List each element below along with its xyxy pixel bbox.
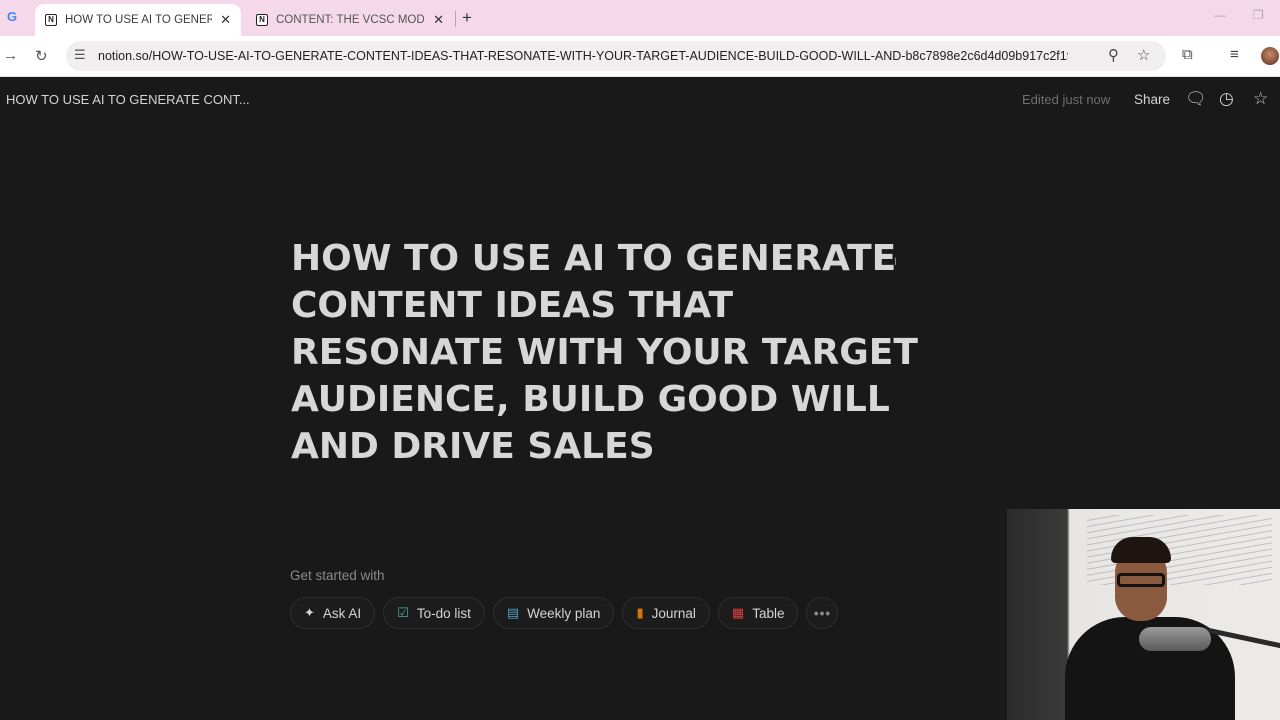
microphone	[1139, 627, 1211, 651]
notion-topbar: HOW TO USE AI TO GENERATE CONT... Edited…	[0, 78, 1280, 122]
edited-status: Edited just now	[1022, 92, 1111, 107]
more-options-icon[interactable]: •••	[806, 597, 839, 629]
sparkle-icon: ✦	[304, 605, 315, 620]
book-icon: ▮	[636, 605, 644, 620]
profile-avatar[interactable]	[1261, 47, 1279, 65]
tab-active[interactable]: N HOW TO USE AI TO GENERATE ✕	[35, 4, 241, 36]
table-button[interactable]: ▦ Table	[717, 597, 799, 629]
tab-title: HOW TO USE AI TO GENERATE	[65, 14, 213, 26]
tab-title: CONTENT: THE VCSC MODEL -	[276, 14, 425, 26]
page-title[interactable]: HOW TO USE AI TO GENERATE CONTENT IDEAS …	[291, 235, 931, 470]
quick-actions: ✦ Ask AI ☑ To-do list ▤ Weekly plan ▮ Jo…	[290, 597, 839, 629]
checkbox-icon: ☑	[397, 605, 409, 620]
restore-icon[interactable]: ❐	[1253, 8, 1264, 22]
reload-icon[interactable]: ↻	[35, 47, 48, 65]
extensions-icon[interactable]: ⧉	[1182, 46, 1193, 63]
notion-icon: N	[256, 14, 268, 26]
zoom-icon[interactable]: ⚲	[1108, 46, 1119, 64]
tab-inactive[interactable]: N CONTENT: THE VCSC MODEL - ✕	[246, 4, 454, 36]
media-control-icon[interactable]: ≡	[1230, 46, 1239, 63]
chip-label: Table	[752, 605, 785, 621]
notion-icon: N	[45, 14, 57, 26]
presenter-hair	[1111, 537, 1171, 563]
get-started-label: Get started with	[290, 568, 385, 583]
todo-list-button[interactable]: ☑ To-do list	[383, 597, 485, 629]
minimize-icon[interactable]: —	[1214, 8, 1226, 22]
comments-icon[interactable]: 🗨	[1185, 89, 1207, 109]
chip-label: Weekly plan	[527, 605, 601, 621]
new-tab-icon[interactable]: +	[462, 8, 472, 28]
ask-ai-button[interactable]: ✦ Ask AI	[290, 597, 376, 629]
address-bar[interactable]: ☰ notion.so/HOW-TO-USE-AI-TO-GENERATE-CO…	[66, 41, 1166, 71]
weekly-plan-button[interactable]: ▤ Weekly plan	[492, 597, 615, 629]
webcam-overlay	[1007, 509, 1280, 720]
close-icon[interactable]: ✕	[433, 12, 444, 28]
forward-icon[interactable]: →	[3, 47, 18, 64]
text-cursor-icon: I	[894, 256, 898, 268]
chip-label: Journal	[651, 605, 696, 621]
chip-label: Ask AI	[322, 605, 362, 621]
browser-toolbar: → ↻ ☰ notion.so/HOW-TO-USE-AI-TO-GENERAT…	[0, 36, 1280, 77]
journal-button[interactable]: ▮ Journal	[622, 597, 710, 629]
favorite-star-icon[interactable]: ☆	[1253, 89, 1268, 109]
site-settings-icon[interactable]: ☰	[74, 47, 86, 63]
history-icon[interactable]: ◷	[1219, 89, 1234, 109]
bookmark-star-icon[interactable]: ☆	[1137, 46, 1150, 64]
url-text[interactable]: notion.so/HOW-TO-USE-AI-TO-GENERATE-CONT…	[98, 49, 1068, 63]
close-icon[interactable]: ✕	[220, 12, 231, 28]
tab-separator	[455, 11, 456, 27]
calendar-icon: ▤	[506, 605, 520, 620]
browser-tab-strip: G N HOW TO USE AI TO GENERATE ✕ N CONTEN…	[0, 0, 1280, 36]
share-button[interactable]: Share	[1134, 92, 1170, 107]
table-icon: ▦	[731, 605, 745, 620]
chip-label: To-do list	[416, 605, 471, 621]
breadcrumb[interactable]: HOW TO USE AI TO GENERATE CONT...	[6, 92, 250, 107]
glasses	[1117, 573, 1165, 587]
google-icon[interactable]: G	[4, 9, 20, 25]
